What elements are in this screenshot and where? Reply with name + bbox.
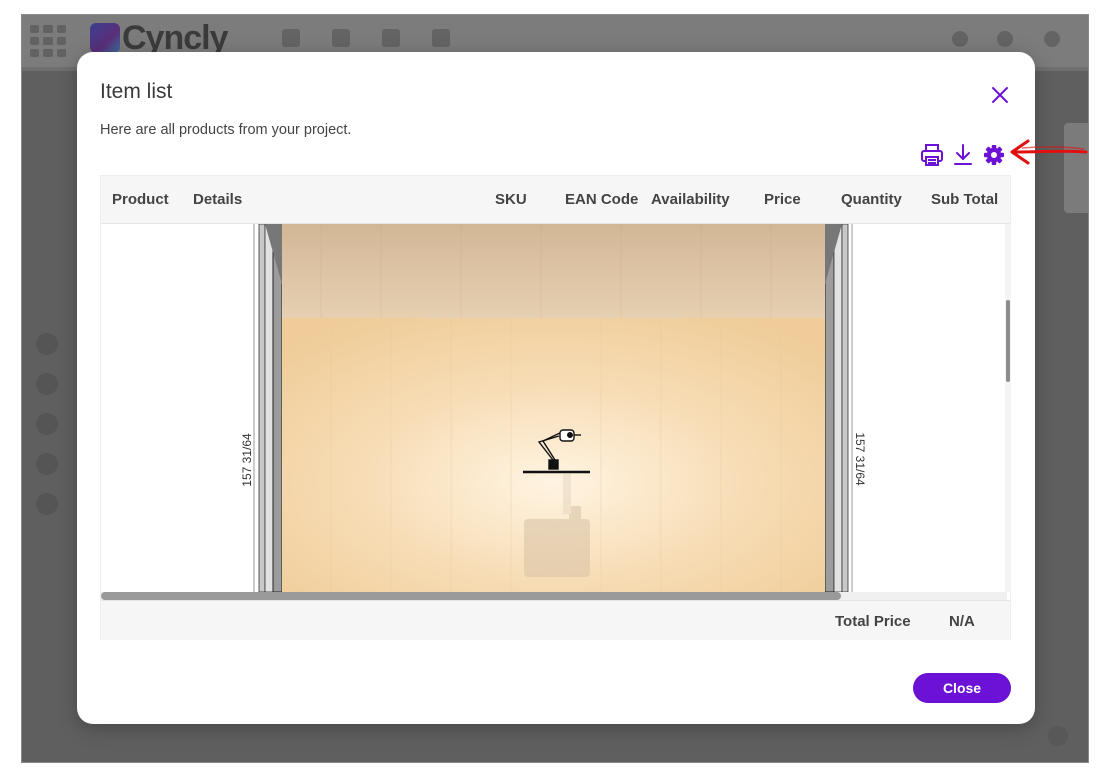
item-table: Product Details SKU EAN Code Availabilit… xyxy=(100,175,1011,640)
room-plan-drawing: 157 31/64 157 31/64 xyxy=(240,224,867,592)
app-save-icon xyxy=(282,29,300,47)
column-header-ean-code: EAN Code xyxy=(565,191,639,208)
download-icon[interactable] xyxy=(950,142,976,168)
column-header-quantity: Quantity xyxy=(841,191,902,208)
horizontal-scroll-thumb[interactable] xyxy=(101,592,841,600)
app-logo-icon xyxy=(90,23,120,53)
modal-title: Item list xyxy=(100,80,173,103)
dimension-right: 157 31/64 xyxy=(853,432,867,486)
app-user-icon xyxy=(952,31,968,47)
vertical-scrollbar[interactable] xyxy=(1005,224,1011,592)
item-list-modal: Item list Here are all products from you… xyxy=(77,52,1035,724)
close-button[interactable]: Close xyxy=(913,673,1011,703)
app-help-icon xyxy=(1048,726,1068,746)
close-icon[interactable] xyxy=(987,82,1013,108)
table-body: 157 31/64 157 31/64 xyxy=(101,224,1007,592)
app-redo-icon xyxy=(382,29,400,47)
print-icon[interactable] xyxy=(919,142,945,168)
horizontal-scrollbar[interactable] xyxy=(101,592,1007,600)
total-price-value: N/A xyxy=(949,613,975,630)
vertical-scroll-thumb[interactable] xyxy=(1006,300,1010,382)
column-header-availability: Availability xyxy=(651,191,730,208)
table-header: Product Details SKU EAN Code Availabilit… xyxy=(101,176,1010,224)
app-undo-icon xyxy=(332,29,350,47)
column-header-price: Price xyxy=(764,191,801,208)
annotation-arrow-icon xyxy=(1010,139,1088,165)
column-header-details: Details xyxy=(193,191,243,208)
modal-subtitle: Here are all products from your project. xyxy=(100,122,352,138)
app-left-toolbar xyxy=(36,333,62,553)
column-header-sku: SKU xyxy=(495,191,527,208)
column-header-product: Product xyxy=(112,191,169,208)
settings-icon[interactable] xyxy=(981,142,1007,168)
app-grid-icon xyxy=(30,25,66,57)
total-price-label: Total Price xyxy=(835,613,911,630)
table-footer: Total Price N/A xyxy=(101,600,1010,640)
app-cart-icon xyxy=(997,31,1013,47)
dimension-left: 157 31/64 xyxy=(240,433,254,487)
app-eye-icon xyxy=(432,29,450,47)
app-account-icon xyxy=(1044,31,1060,47)
column-header-sub-total: Sub Total xyxy=(931,191,999,208)
